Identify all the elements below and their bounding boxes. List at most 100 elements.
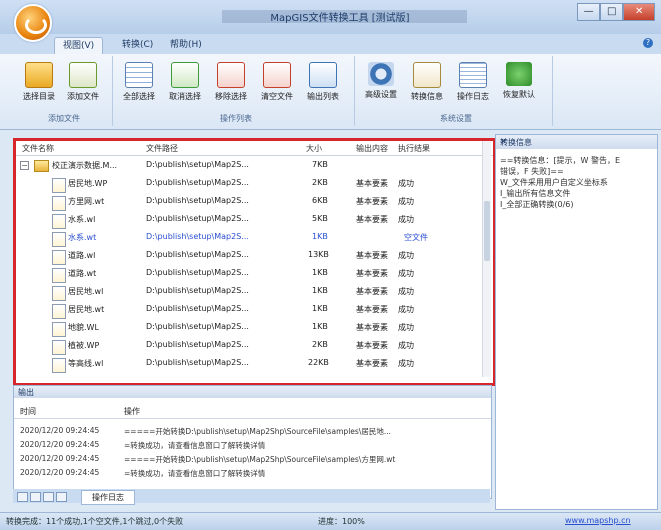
file-row[interactable]: 居民地.wt D:\publish\setup\Map2S... 1KB 基本要… <box>16 300 486 319</box>
next-tab-icon[interactable] <box>43 492 54 502</box>
col-result[interactable]: 执行结果 <box>398 143 430 154</box>
remove-icon <box>217 62 245 88</box>
file-icon <box>52 196 66 211</box>
group-system-settings: 高级设置 转换信息 操作日志 恢复默认 系统设置 <box>360 56 553 126</box>
file-row[interactable]: 方里网.wt D:\publish\setup\Map2S... 6KB 基本要… <box>16 192 486 211</box>
file-list-header: 文件名称 文件路径 大小 输出内容 执行结果 <box>16 141 493 156</box>
app-window: MapGIS文件转换工具 [测试版] — □ ✕ 视图(V) 转换(C) 帮助(… <box>0 0 661 530</box>
unselect-icon <box>171 62 199 88</box>
select-all-button[interactable]: 全部选择 <box>120 62 158 104</box>
ribbon: 选择目录 添加文件 添加文件 全部选择 取消选择 移除选择 清空文件 输出列表 … <box>0 54 661 130</box>
col-name[interactable]: 文件名称 <box>22 143 54 154</box>
file-row[interactable]: 道路.wt D:\publish\setup\Map2S... 1KB 基本要素… <box>16 264 486 283</box>
window-controls: — □ ✕ <box>577 3 655 21</box>
info-line: 错误，F 失败]== <box>500 167 564 176</box>
file-icon <box>52 286 66 301</box>
log-icon <box>459 62 487 88</box>
minimize-button[interactable]: — <box>577 3 601 21</box>
tab-convert[interactable]: 转换(C) <box>114 37 161 54</box>
clear-icon <box>263 62 291 88</box>
unselect-button[interactable]: 取消选择 <box>166 62 204 104</box>
tab-help[interactable]: 帮助(H) <box>162 37 210 54</box>
file-row[interactable]: 植被.WP D:\publish\setup\Map2S... 2KB 基本要素… <box>16 336 486 355</box>
tree-root-row[interactable]: − 校正演示数据.M... D:\publish\setup\Map2S... … <box>16 156 486 174</box>
group-label: 操作列表 <box>220 114 252 123</box>
file-add-icon <box>69 62 97 88</box>
info-panel-header: 转换信息 ✕ <box>496 135 657 149</box>
close-icon[interactable]: ✕ <box>500 137 653 146</box>
col-operation: 操作 <box>124 407 140 416</box>
file-row[interactable]: 等高线.wl D:\publish\setup\Map2S... 22KB 基本… <box>16 354 486 373</box>
file-row[interactable]: 水系.wt D:\publish\setup\Map2S... 1KB 空文件 <box>16 228 486 247</box>
output-panel: 输出 时间 操作 2020/12/20 09:24:45 =====开始转换D:… <box>13 385 492 499</box>
tab-operation-log[interactable]: 操作日志 <box>81 490 135 505</box>
close-button[interactable]: ✕ <box>623 3 655 21</box>
conversion-info-panel: 转换信息 ✕ ==转换信息：[提示，W 警告，E 错误，F 失败]== W_文件… <box>495 134 658 510</box>
tab-view[interactable]: 视图(V) <box>54 37 104 55</box>
info-line: I_输出所有信息文件 <box>500 189 571 198</box>
log-row: 2020/12/20 09:24:45 =转换成功，请查看信息窗口了解转换详情 <box>20 440 266 450</box>
file-row[interactable]: 居民地.WP D:\publish\setup\Map2S... 2KB 基本要… <box>16 174 486 193</box>
app-menu-orb-icon[interactable] <box>14 4 52 42</box>
info-line: ==转换信息：[提示，W 警告，E <box>500 156 621 165</box>
folder-icon <box>34 160 49 172</box>
log-row: 2020/12/20 09:24:45 =====开始转换D:\publish\… <box>20 426 391 436</box>
restore-icon <box>506 62 532 86</box>
file-list-scrollbar[interactable] <box>482 141 491 377</box>
select-directory-button[interactable]: 选择目录 <box>20 62 58 104</box>
website-link[interactable]: www.mapshp.cn <box>565 516 631 525</box>
file-row[interactable]: 地貌.WL D:\publish\setup\Map2S... 1KB 基本要素… <box>16 318 486 337</box>
remove-selected-button[interactable]: 移除选择 <box>212 62 250 104</box>
status-message: 转换完成：11个成功,1个空文件,1个跳过,0个失败 <box>6 517 184 526</box>
file-icon <box>52 214 66 229</box>
first-tab-icon[interactable] <box>17 492 28 502</box>
last-tab-icon[interactable] <box>56 492 67 502</box>
info-line: W_文件采用用户自定义坐标系 <box>500 178 608 187</box>
col-size[interactable]: 大小 <box>306 143 322 154</box>
restore-defaults-button[interactable]: 恢复默认 <box>500 62 538 104</box>
export-list-icon <box>309 62 337 88</box>
prev-tab-icon[interactable] <box>30 492 41 502</box>
file-icon <box>52 268 66 283</box>
group-list-ops: 全部选择 取消选择 移除选择 清空文件 输出列表 操作列表 <box>118 56 355 126</box>
status-progress: 进度：100% <box>318 517 365 526</box>
scrollbar-thumb[interactable] <box>484 201 490 261</box>
col-output[interactable]: 输出内容 <box>356 143 388 154</box>
output-panel-title: 输出 <box>18 388 34 397</box>
group-add-files: 选择目录 添加文件 添加文件 <box>16 56 113 126</box>
info-doc-icon <box>413 62 441 88</box>
group-label: 添加文件 <box>48 114 80 123</box>
file-list-panel: 文件名称 文件路径 大小 输出内容 执行结果 − 校正演示数据.M... D:\… <box>13 138 496 386</box>
file-icon <box>52 232 66 247</box>
operation-log-button[interactable]: 操作日志 <box>454 62 492 104</box>
conversion-info-button[interactable]: 转换信息 <box>408 62 446 104</box>
clear-files-button[interactable]: 清空文件 <box>258 62 296 104</box>
file-icon <box>52 304 66 319</box>
help-icon[interactable]: ? <box>643 38 653 48</box>
log-row: 2020/12/20 09:24:45 =转换成功，请查看信息窗口了解转换详情 <box>20 468 266 478</box>
col-path[interactable]: 文件路径 <box>146 143 178 154</box>
file-row[interactable]: 水系.wl D:\publish\setup\Map2S... 5KB 基本要素… <box>16 210 486 229</box>
output-panel-header: 输出 <box>14 386 491 398</box>
file-row[interactable]: 道路.wl D:\publish\setup\Map2S... 13KB 基本要… <box>16 246 486 265</box>
file-icon <box>52 358 66 373</box>
file-icon <box>52 250 66 265</box>
ribbon-tabs: 视图(V) 转换(C) 帮助(H) ? <box>0 34 661 55</box>
file-row[interactable]: 居民地.wl D:\publish\setup\Map2S... 1KB 基本要… <box>16 282 486 301</box>
log-row: 2020/12/20 09:24:45 =====开始转换D:\publish\… <box>20 454 396 464</box>
file-icon <box>52 322 66 337</box>
file-icon <box>52 340 66 355</box>
collapse-icon[interactable]: − <box>20 161 29 170</box>
add-file-button[interactable]: 添加文件 <box>64 62 102 104</box>
output-tabs: 操作日志 <box>13 489 490 505</box>
group-label: 系统设置 <box>440 114 472 123</box>
col-time: 时间 <box>20 407 36 416</box>
info-line: I_全部正确转换(0/6) <box>500 200 574 209</box>
file-icon <box>52 178 66 193</box>
advanced-settings-button[interactable]: 高级设置 <box>362 62 400 104</box>
window-title: MapGIS文件转换工具 [测试版] <box>270 13 410 24</box>
gear-icon <box>368 62 394 86</box>
maximize-button[interactable]: □ <box>600 3 624 21</box>
title-bar: MapGIS文件转换工具 [测试版] — □ ✕ <box>0 0 661 34</box>
export-list-button[interactable]: 输出列表 <box>304 62 342 104</box>
